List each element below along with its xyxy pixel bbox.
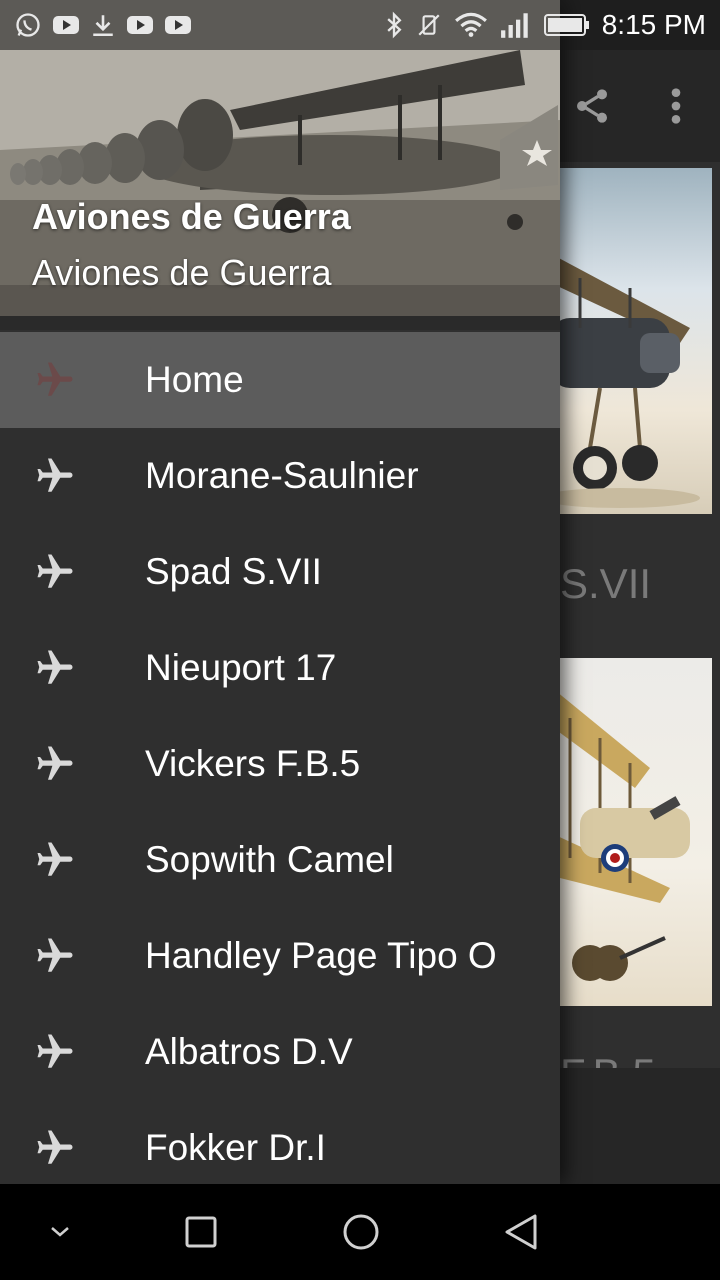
menu-item-label: Home bbox=[145, 359, 244, 400]
overflow-menu-button[interactable] bbox=[646, 80, 706, 132]
card-image-vickers[interactable] bbox=[540, 658, 712, 1006]
navigation-drawer: Aviones de Guerra Aviones de Guerra Home… bbox=[0, 0, 560, 1184]
menu-item-nieuport-17[interactable]: Nieuport 17 bbox=[0, 620, 560, 716]
menu-item-label: Albatros D.V bbox=[145, 1031, 353, 1072]
airplane-icon bbox=[37, 362, 73, 396]
airplane-icon bbox=[37, 842, 73, 876]
nav-hide-button[interactable] bbox=[20, 1202, 100, 1262]
airplane-icon bbox=[37, 746, 73, 780]
airplane-icon bbox=[37, 458, 73, 492]
share-icon bbox=[577, 89, 607, 123]
menu-item-label: Handley Page Tipo O bbox=[145, 935, 497, 976]
menu-item-spad-s-vii[interactable]: Spad S.VII bbox=[0, 524, 560, 620]
menu-item-label: Fokker Dr.I bbox=[145, 1127, 326, 1168]
vibrate-off-icon bbox=[418, 14, 440, 36]
menu-item-vickers-fb5[interactable]: Vickers F.B.5 bbox=[0, 716, 560, 812]
download-icon bbox=[93, 15, 113, 37]
notification-icons bbox=[14, 11, 192, 39]
menu-item-label: Spad S.VII bbox=[145, 551, 322, 592]
menu-item-fokker-dri[interactable]: Fokker Dr.I bbox=[0, 1100, 560, 1196]
status-time: 8:15 PM bbox=[601, 9, 706, 40]
youtube-icon bbox=[53, 16, 79, 34]
airplane-icon bbox=[37, 1130, 73, 1164]
list-bottom-area bbox=[560, 1068, 720, 1184]
airplane-icon bbox=[37, 1034, 73, 1068]
nav-recents-button[interactable] bbox=[161, 1202, 241, 1262]
chevron-down-icon bbox=[51, 1227, 69, 1237]
drawer-header-subtitle: Aviones de Guerra bbox=[32, 252, 332, 293]
menu-item-label: Vickers F.B.5 bbox=[145, 743, 361, 784]
menu-item-albatros-dv[interactable]: Albatros D.V bbox=[0, 1004, 560, 1100]
status-bar: 8:15 PM bbox=[0, 0, 720, 50]
home-icon bbox=[343, 1214, 379, 1250]
airplane-icon bbox=[37, 938, 73, 972]
bluetooth-icon bbox=[387, 11, 402, 39]
nav-back-button[interactable] bbox=[481, 1202, 561, 1262]
youtube-icon bbox=[127, 16, 153, 34]
drawer-header-title: Aviones de Guerra bbox=[32, 196, 351, 237]
drawer-divider bbox=[0, 316, 560, 330]
recents-icon bbox=[185, 1216, 217, 1248]
menu-item-sopwith-camel[interactable]: Sopwith Camel bbox=[0, 812, 560, 908]
more-vert-icon bbox=[671, 88, 681, 124]
airplane-icon bbox=[37, 650, 73, 684]
biplane-illustration bbox=[540, 248, 700, 508]
menu-item-handley-page[interactable]: Handley Page Tipo O bbox=[0, 908, 560, 1004]
drawer-menu: Home Morane-Saulnier Spad S.VII Nieuport… bbox=[0, 332, 560, 1196]
back-icon bbox=[505, 1214, 537, 1250]
biplane-illustration bbox=[540, 678, 690, 981]
card-image-spad[interactable] bbox=[540, 168, 712, 514]
whatsapp-icon bbox=[16, 13, 40, 37]
menu-item-label: Morane-Saulnier bbox=[145, 455, 419, 496]
battery-icon bbox=[543, 14, 589, 36]
menu-item-label: Nieuport 17 bbox=[145, 647, 337, 688]
menu-item-morane-saulnier[interactable]: Morane-Saulnier bbox=[0, 428, 560, 524]
system-nav-bar bbox=[0, 1184, 720, 1280]
signal-icon bbox=[500, 13, 528, 38]
menu-item-label: Sopwith Camel bbox=[145, 839, 394, 880]
youtube-icon bbox=[165, 16, 191, 34]
wifi-icon bbox=[454, 12, 487, 37]
system-icons: 8:15 PM bbox=[384, 9, 706, 41]
card-caption-spad: S.VII bbox=[560, 560, 652, 607]
nav-home-button[interactable] bbox=[321, 1202, 401, 1262]
menu-item-home[interactable]: Home bbox=[0, 332, 560, 428]
share-button[interactable] bbox=[562, 80, 622, 132]
airplane-icon bbox=[37, 554, 73, 588]
